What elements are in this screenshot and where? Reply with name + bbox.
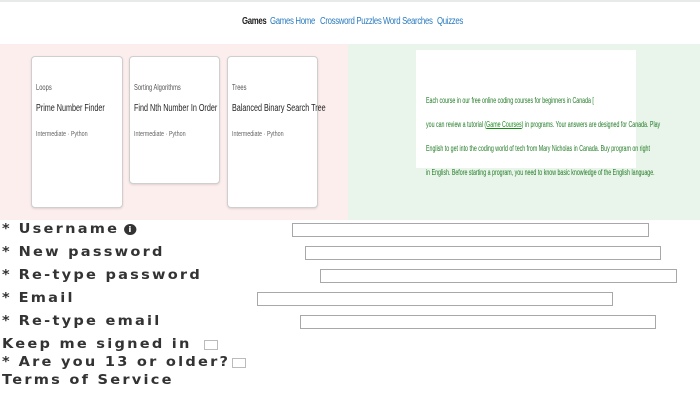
username-label: * Username i (2, 222, 137, 237)
terms-label[interactable]: Terms of Service (2, 373, 174, 388)
nav-item-games[interactable]: Games (242, 16, 267, 27)
card-meta: Intermediate · Python (232, 129, 284, 138)
retype-password-label: * Re-type password (2, 268, 203, 283)
challenge-cards-panel: Loops Prime Number Finder Intermediate ·… (0, 44, 348, 220)
challenge-card[interactable]: Loops Prime Number Finder Intermediate ·… (31, 56, 123, 208)
challenge-card[interactable]: Sorting Algorithms Find Nth Number In Or… (129, 56, 220, 184)
card-category: Loops (36, 83, 52, 92)
promo-line: Each course in our free online coding co… (426, 96, 594, 105)
keep-signed-in-label: Keep me signed in (2, 337, 192, 352)
top-divider (0, 0, 700, 2)
new-password-input[interactable] (305, 246, 661, 260)
promo-panel: Each course in our free online coding co… (348, 44, 700, 220)
card-category: Trees (232, 83, 247, 92)
nav-item-word-searches[interactable]: Word Searches (383, 16, 433, 27)
retype-email-label: * Re-type email (2, 314, 162, 329)
username-input[interactable] (292, 223, 649, 237)
card-title: Find Nth Number In Order (134, 103, 218, 114)
card-title: Balanced Binary Search Tree (232, 103, 326, 114)
promo-line: English to get into the coding world of … (426, 144, 650, 153)
card-meta: Intermediate · Python (36, 129, 88, 138)
top-navigation: Games Games Home Crossword Puzzles Word … (0, 0, 700, 44)
nav-item-quizzes[interactable]: Quizzes (437, 16, 463, 27)
age-confirm-checkbox[interactable] (232, 358, 246, 368)
card-title: Prime Number Finder (36, 103, 105, 114)
promo-line: you can review a tutorial (Game Courses)… (426, 120, 661, 129)
nav-item-games-home[interactable]: Games Home (270, 16, 315, 27)
keep-signed-in-checkbox[interactable] (204, 340, 218, 350)
card-category: Sorting Algorithms (134, 83, 181, 92)
new-password-label: * New password (2, 245, 165, 260)
promo-line: in English. Before starting a program, y… (426, 168, 655, 177)
info-icon[interactable]: i (123, 224, 137, 235)
email-label: * Email (2, 291, 75, 306)
retype-password-input[interactable] (320, 269, 677, 283)
challenge-card[interactable]: Trees Balanced Binary Search Tree Interm… (227, 56, 326, 208)
nav-item-crossword-puzzles[interactable]: Crossword Puzzles (320, 16, 382, 27)
email-input[interactable] (257, 292, 613, 306)
promo-link[interactable]: Game Courses (486, 120, 522, 129)
retype-email-input[interactable] (300, 315, 656, 329)
age-confirm-label: * Are you 13 or older? (2, 355, 231, 370)
promo-text-box: Each course in our free online coding co… (416, 50, 660, 177)
card-meta: Intermediate · Python (134, 129, 186, 138)
